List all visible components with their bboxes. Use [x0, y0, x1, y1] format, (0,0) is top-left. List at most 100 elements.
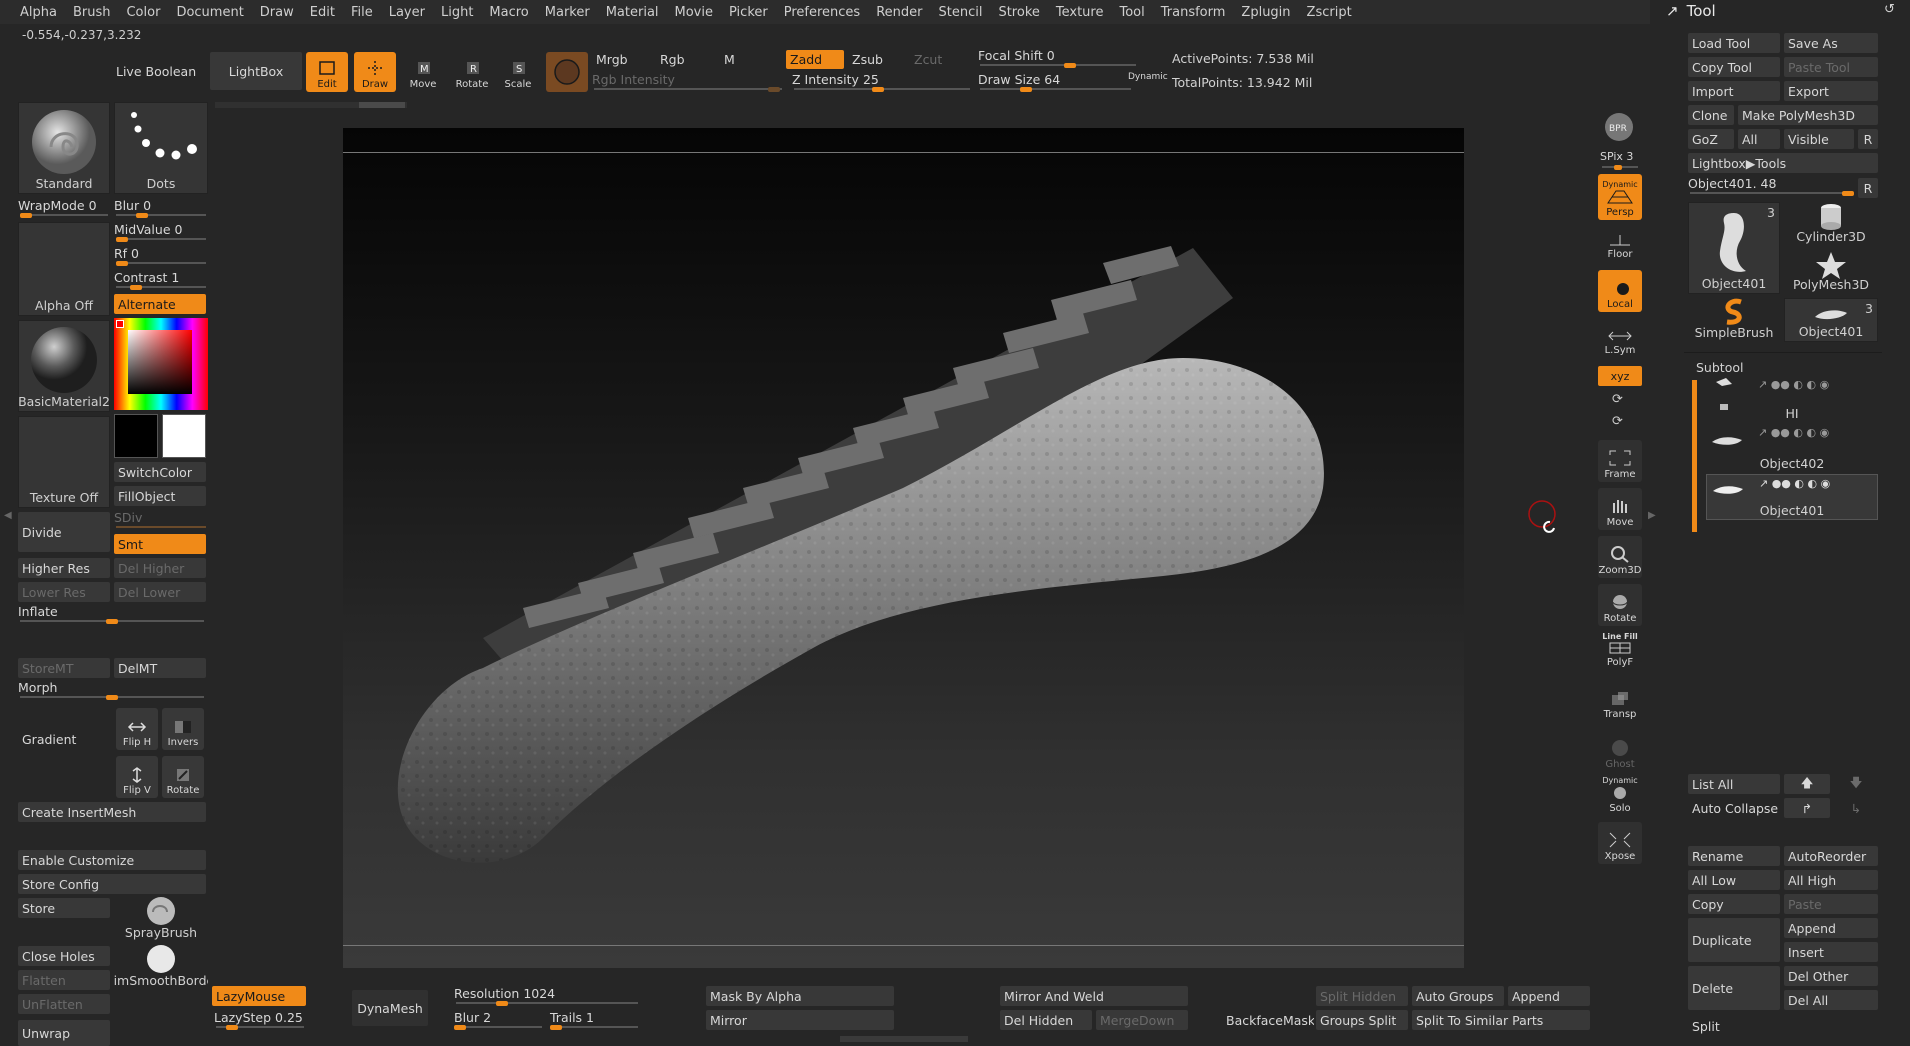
rgb-intensity-slider[interactable]: Rgb Intensity: [592, 72, 784, 92]
move-mode-button[interactable]: M Move: [403, 52, 443, 92]
move-view-button[interactable]: Move: [1598, 488, 1642, 530]
zadd-button[interactable]: Zadd: [786, 50, 844, 69]
menu-item-stencil[interactable]: Stencil: [930, 5, 990, 20]
alternate-button[interactable]: Alternate: [114, 294, 206, 314]
z-intensity-slider[interactable]: Z Intensity 25: [792, 72, 972, 92]
resolution-slider[interactable]: Resolution 1024: [454, 986, 640, 1006]
higher-res-button[interactable]: Higher Res: [18, 558, 110, 578]
flip-h-button[interactable]: Flip H: [116, 708, 158, 750]
bottom-scroll-handle[interactable]: [840, 1036, 968, 1042]
material-thumbnail[interactable]: BasicMaterial2: [18, 320, 110, 412]
store-config-button[interactable]: Store Config: [18, 874, 206, 894]
autoreorder-button[interactable]: AutoReorder: [1784, 846, 1878, 866]
create-insertmesh-button[interactable]: Create InsertMesh: [18, 802, 206, 822]
morph-slider[interactable]: Morph: [18, 680, 206, 700]
auto-collapse-button[interactable]: Auto Collapse: [1688, 798, 1780, 818]
smt-button[interactable]: Smt: [114, 534, 206, 554]
menu-item-light[interactable]: Light: [433, 5, 481, 20]
del-other-button[interactable]: Del Other: [1784, 966, 1878, 986]
menu-item-zplugin[interactable]: Zplugin: [1233, 5, 1298, 20]
color-picker[interactable]: [114, 318, 208, 410]
append-bottom-button[interactable]: Append: [1508, 986, 1590, 1006]
subtool-object402-visibility-icons[interactable]: ↗ ●● ◐ ◐ ◉: [1758, 426, 1829, 439]
local-button[interactable]: Local: [1598, 270, 1642, 312]
subtool-item-hi[interactable]: ↗ ●● ◐ ◐ ◉ HI: [1706, 376, 1878, 424]
copy-tool-button[interactable]: Copy Tool: [1688, 57, 1780, 77]
menu-item-tool[interactable]: Tool: [1111, 5, 1152, 20]
menu-item-alpha[interactable]: Alpha: [12, 5, 65, 20]
zsub-button[interactable]: Zsub: [848, 50, 906, 69]
lightbox-tools-button[interactable]: Lightbox▶Tools: [1688, 153, 1878, 173]
del-hidden-button[interactable]: Del Hidden: [1000, 1010, 1092, 1030]
y-rotate-icon[interactable]: ⟳: [1612, 392, 1623, 407]
mirror-and-weld-button[interactable]: Mirror And Weld: [1000, 986, 1188, 1006]
right-collapse-arrow[interactable]: ▶: [1648, 510, 1656, 521]
tool-r-button[interactable]: R: [1858, 178, 1878, 198]
tool-thumb-cylinder3d[interactable]: Cylinder3D: [1784, 202, 1878, 246]
draw-mode-button[interactable]: Draw: [354, 52, 396, 92]
close-holes-button[interactable]: Close Holes: [18, 946, 110, 966]
append-button[interactable]: Append: [1784, 918, 1878, 938]
make-polymesh3d-button[interactable]: Make PolyMesh3D: [1738, 105, 1878, 125]
duplicate-button[interactable]: Duplicate: [1688, 918, 1780, 962]
menu-item-layer[interactable]: Layer: [381, 5, 433, 20]
left-collapse-arrow[interactable]: ◀: [4, 510, 12, 521]
menu-item-color[interactable]: Color: [118, 5, 168, 20]
rotate-alpha-button[interactable]: Rotate: [162, 756, 204, 798]
menu-item-draw[interactable]: Draw: [252, 5, 302, 20]
menu-item-preferences[interactable]: Preferences: [776, 5, 868, 20]
bpr-button[interactable]: BPR: [1598, 104, 1640, 146]
main-color-swatch[interactable]: [162, 414, 206, 458]
all-high-button[interactable]: All High: [1784, 870, 1878, 890]
store-button[interactable]: Store: [18, 898, 110, 918]
del-higher-button[interactable]: Del Higher: [114, 558, 206, 578]
copy-subtool-button[interactable]: Copy: [1688, 894, 1780, 914]
tool-object-slider[interactable]: Object401. 48: [1688, 176, 1854, 196]
subtool-item-object402[interactable]: ↗ ●● ◐ ◐ ◉ Object402: [1706, 424, 1878, 472]
gradient-button[interactable]: Gradient: [18, 728, 110, 750]
menu-item-macro[interactable]: Macro: [481, 5, 536, 20]
refresh-icon[interactable]: ↺: [1884, 2, 1895, 17]
menu-item-material[interactable]: Material: [598, 5, 667, 20]
move-down-button[interactable]: 🡇: [1834, 774, 1878, 794]
floor-button[interactable]: Floor: [1598, 226, 1642, 262]
backfacemask-button[interactable]: BackfaceMask: [1222, 1010, 1314, 1030]
invers-button[interactable]: Invers: [162, 708, 204, 750]
alpha-thumbnail[interactable]: Alpha Off: [18, 222, 110, 316]
rotate-mode-button[interactable]: R Rotate: [452, 52, 492, 92]
divide-button[interactable]: Divide: [18, 512, 110, 552]
polyf-button[interactable]: Line Fill PolyF: [1598, 630, 1642, 670]
focal-shift-slider[interactable]: Focal Shift 0: [978, 48, 1138, 68]
fillobject-button[interactable]: FillObject: [114, 486, 206, 506]
paste-subtool-button[interactable]: Paste: [1784, 894, 1878, 914]
scale-mode-button[interactable]: S Scale: [498, 52, 538, 92]
mrgb-button[interactable]: Mrgb: [592, 50, 652, 68]
spraybrush-thumbnail[interactable]: SprayBrush: [114, 896, 208, 942]
xpose-button[interactable]: Xpose: [1598, 822, 1642, 864]
ghost-button[interactable]: Ghost: [1598, 730, 1642, 772]
brush-thumbnail[interactable]: Standard: [18, 102, 110, 194]
rename-button[interactable]: Rename: [1688, 846, 1780, 866]
material-swatch-button[interactable]: [546, 52, 588, 92]
m-button[interactable]: M: [720, 50, 780, 68]
blur-slider[interactable]: Blur 0: [114, 198, 208, 218]
move-subtool-down-button[interactable]: ↳: [1834, 798, 1878, 818]
dynamesh-button[interactable]: DynaMesh: [352, 990, 428, 1026]
menu-item-edit[interactable]: Edit: [302, 5, 343, 20]
move-up-button[interactable]: 🡅: [1784, 774, 1830, 794]
goz-r-button[interactable]: R: [1858, 129, 1878, 149]
mask-by-alpha-button[interactable]: Mask By Alpha: [706, 986, 894, 1006]
menu-item-transform[interactable]: Transform: [1153, 5, 1234, 20]
import-button[interactable]: Import: [1688, 81, 1780, 101]
del-lower-button[interactable]: Del Lower: [114, 582, 206, 602]
rotate-view-button[interactable]: Rotate: [1598, 584, 1642, 626]
dynamic-toggle[interactable]: Dynamic: [1128, 72, 1168, 82]
goz-button[interactable]: GoZ: [1688, 129, 1734, 149]
contrast-slider[interactable]: Contrast 1: [114, 270, 208, 290]
lazystep-slider[interactable]: LazyStep 0.25: [214, 1010, 306, 1030]
rf-slider[interactable]: Rf 0: [114, 246, 208, 266]
unflatten-button[interactable]: UnFlatten: [18, 994, 110, 1014]
split-hidden-button[interactable]: Split Hidden: [1316, 986, 1408, 1006]
stroke-thumbnail[interactable]: Dots: [114, 102, 208, 194]
lsym-button[interactable]: L.Sym: [1598, 318, 1642, 358]
